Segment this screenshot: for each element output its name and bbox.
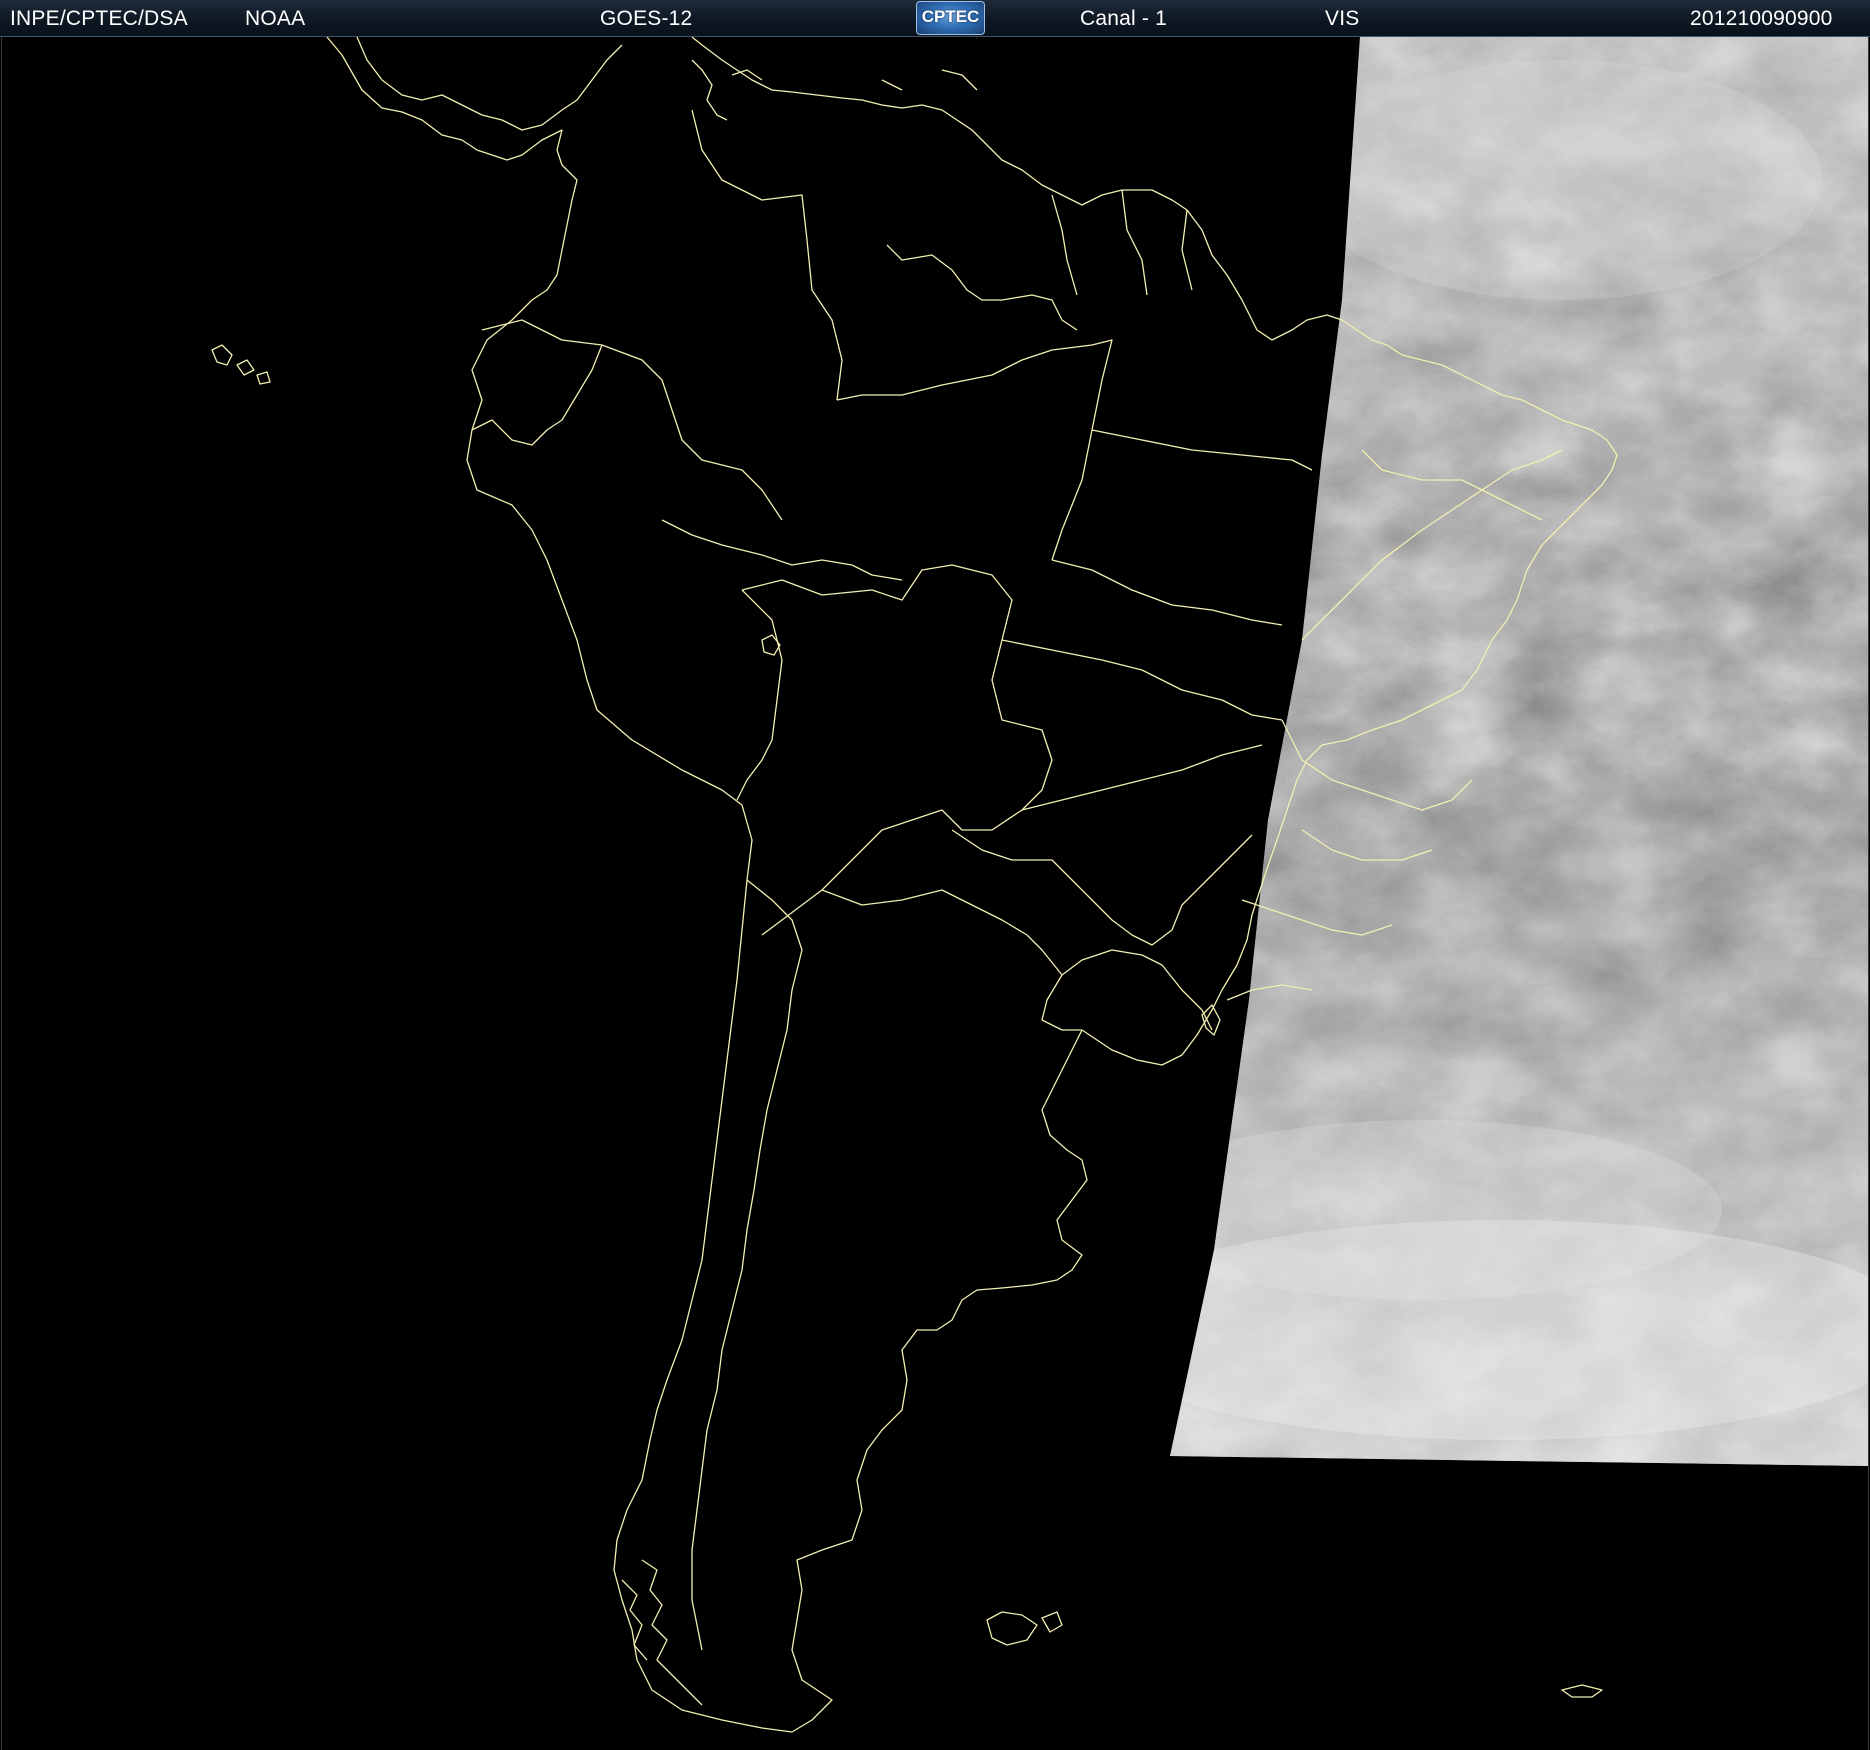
border-bolivia xyxy=(741,564,1053,936)
border-brazil-inner-north xyxy=(836,339,1113,561)
north-coast xyxy=(691,37,1328,341)
central-america-coast xyxy=(326,37,578,301)
west-coast xyxy=(466,299,793,1733)
border-peru-brazil xyxy=(661,519,903,581)
map-frame xyxy=(1,37,1869,1750)
south-georgia xyxy=(1561,1684,1603,1698)
border-guyana-suriname-fg xyxy=(1051,189,1193,296)
timestamp-label: 201210090900 xyxy=(1690,7,1833,30)
satellite-label: GOES-12 xyxy=(600,7,693,30)
cloud-imagery xyxy=(1170,37,1868,1466)
lake-titicaca xyxy=(761,634,781,656)
cptec-logo-text: CPTEC xyxy=(921,7,980,26)
satellite-map xyxy=(211,37,1868,1733)
border-argentina-paraguay xyxy=(821,889,1082,1031)
tierra-del-fuego-fjords xyxy=(621,1559,703,1706)
channel-label: Canal - 1 xyxy=(1080,7,1168,30)
patagonia-east-coast xyxy=(791,1029,1088,1733)
image-header-bar: INPE/CPTEC/DSA NOAA GOES-12 CPTEC Canal … xyxy=(0,0,1870,37)
border-colombia-peru xyxy=(481,319,783,521)
band-label: VIS xyxy=(1325,7,1360,30)
agency-label: INPE/CPTEC/DSA xyxy=(10,7,188,30)
caribbean-coast-north xyxy=(356,37,623,131)
border-peru-bolivia xyxy=(736,589,783,801)
border-ecuador-peru xyxy=(471,344,603,446)
galapagos-islands xyxy=(211,344,271,385)
border-brazil-uruguay xyxy=(1061,949,1213,1031)
border-venezuela-guyana xyxy=(886,244,1078,331)
border-chile-argentina xyxy=(691,879,803,1651)
border-colombia-venezuela xyxy=(691,109,843,401)
border-paraguay-brazil xyxy=(951,829,1253,946)
border-brazil-states-1 xyxy=(1051,429,1313,626)
source-label: NOAA xyxy=(245,7,306,30)
lagoon-patos xyxy=(1201,1004,1221,1036)
cptec-logo: CPTEC xyxy=(916,1,985,35)
falkland-islands xyxy=(986,1611,1063,1646)
satellite-viewer: INPE/CPTEC/DSA NOAA GOES-12 CPTEC Canal … xyxy=(0,0,1870,1750)
